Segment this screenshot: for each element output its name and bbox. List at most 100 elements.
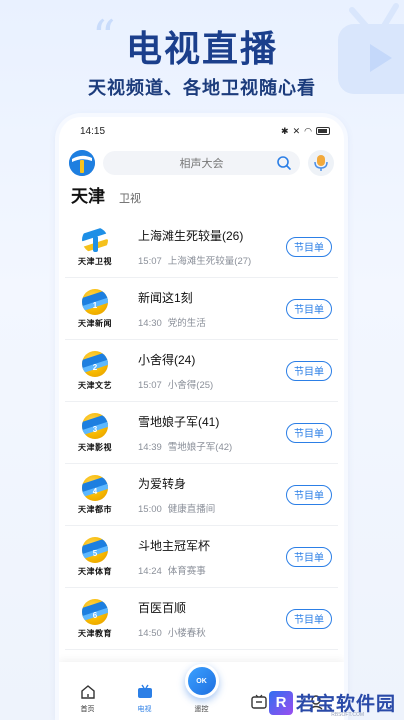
tv-decoration-icon	[338, 3, 404, 94]
home-icon	[80, 685, 95, 699]
channel-name: 天津教育	[78, 628, 112, 638]
channel-logo: 2 天津文艺	[65, 345, 125, 397]
watermark-logo-icon: R	[268, 690, 293, 715]
current-program: 小舍得(24)	[138, 352, 196, 367]
next-program: 15:07 上海滩生死较量(27)	[138, 253, 286, 267]
channel-group-tabs: 天津 卫视	[59, 182, 344, 216]
next-program-title: 雪地娘子军(42)	[167, 441, 233, 453]
current-program: 斗地主冠军杯	[138, 538, 211, 553]
channel-logo: 4 天津都市	[65, 469, 125, 521]
battery-icon	[316, 127, 330, 135]
channel-number-logo-icon: 1	[82, 288, 108, 315]
nav-home-label: 首页	[80, 706, 95, 713]
nav-tv-label: 电视	[137, 706, 152, 713]
channel-number: 1	[92, 300, 98, 310]
current-program: 为爱转身	[138, 476, 187, 491]
channel-logo: 天津卫视	[65, 221, 125, 273]
channel-row[interactable]: 4 天津都市 为爱转身 15:00 健康直播间 节目单	[65, 464, 338, 526]
channel-row[interactable]: 5 天津体育 斗地主冠军杯 14:24 体育赛事 节目单	[65, 526, 338, 588]
tv-icon	[137, 684, 152, 698]
wifi-icon: ◠	[304, 125, 312, 136]
search-icon[interactable]	[276, 155, 292, 171]
tianjin-logo-icon[interactable]	[69, 150, 95, 176]
tab-satellite[interactable]: 卫视	[119, 190, 141, 206]
next-program-title: 上海滩生死较量(27)	[167, 255, 252, 267]
channel-number: 6	[92, 610, 98, 620]
channel-row[interactable]: 6 天津教育 百医百顺 14:50 小楼春秋 节目单	[65, 588, 338, 650]
program-guide-button[interactable]: 节目单	[286, 360, 332, 381]
nav-remote[interactable]: OK 遥控	[178, 664, 226, 714]
next-program-title: 党的生活	[167, 317, 206, 329]
channel-name: 天津体育	[78, 566, 112, 576]
next-program-time: 14:39	[138, 441, 162, 453]
status-icons: ✱ ✕ ◠	[281, 126, 330, 137]
channel-list: 天津卫视 上海滩生死较量(26) 15:07 上海滩生死较量(27) 节目单 1 …	[59, 216, 344, 650]
program-guide-button[interactable]: 节目单	[286, 422, 332, 443]
program-guide-button[interactable]: 节目单	[286, 546, 332, 567]
channel-row[interactable]: 1 天津新闻 新闻这1刻 14:30 党的生活 节目单	[65, 278, 338, 340]
channel-number: 2	[92, 362, 98, 372]
channel-row[interactable]: 3 天津影视 雪地娘子军(41) 14:39 雪地娘子军(42) 节目单	[65, 402, 338, 464]
channel-number-logo-icon: 4	[82, 474, 108, 501]
channel-number: 4	[92, 486, 98, 496]
search-placeholder: 相声大会	[179, 158, 224, 170]
current-program: 上海滩生死较量(26)	[138, 228, 244, 243]
channel-name: 天津文艺	[78, 380, 112, 390]
program-info: 新闻这1刻 14:30 党的生活	[125, 289, 286, 329]
next-program: 14:30 党的生活	[138, 315, 286, 329]
next-program-time: 14:30	[138, 317, 162, 329]
channel-number-logo-icon: 6	[82, 598, 108, 625]
program-info: 上海滩生死较量(26) 15:07 上海滩生死较量(27)	[125, 227, 286, 267]
next-program: 15:00 健康直播间	[138, 501, 286, 515]
search-input[interactable]: 相声大会	[103, 151, 300, 175]
program-info: 斗地主冠军杯 14:24 体育赛事	[125, 537, 286, 577]
channel-name: 天津卫视	[78, 256, 112, 266]
remote-ok-button[interactable]: OK	[184, 664, 219, 698]
next-program: 14:39 雪地娘子军(42)	[138, 439, 286, 453]
remote-ok-label: OK	[196, 677, 207, 685]
next-program: 14:24 体育赛事	[138, 563, 286, 577]
watermark-url: RBSOFT.COM	[331, 712, 364, 718]
channel-row[interactable]: 天津卫视 上海滩生死较量(26) 15:07 上海滩生死较量(27) 节目单	[65, 216, 338, 278]
next-program-time: 15:07	[138, 379, 162, 391]
mute-icon: ✕	[292, 125, 301, 136]
program-info: 为爱转身 15:00 健康直播间	[125, 475, 286, 515]
next-program-time: 15:07	[138, 255, 162, 267]
search-row: 相声大会	[59, 148, 344, 178]
channel-name: 天津新闻	[78, 318, 112, 328]
channel-number: 3	[92, 424, 98, 434]
channel-name: 天津都市	[78, 504, 112, 514]
next-program: 14:50 小楼春秋	[138, 625, 286, 639]
next-program: 15:07 小舍得(25)	[138, 377, 286, 391]
next-program-title: 健康直播间	[167, 503, 216, 515]
program-info: 小舍得(24) 15:07 小舍得(25)	[125, 351, 286, 391]
current-program: 雪地娘子军(41)	[138, 414, 220, 429]
next-program-time: 15:00	[138, 503, 162, 515]
next-program-title: 小舍得(25)	[167, 379, 214, 391]
phone-frame: 14:15 ✱ ✕ ◠ 相声大会 天津 卫视 天津卫视 上海滩生死较量(26) …	[59, 117, 344, 720]
program-guide-button[interactable]: 节目单	[286, 608, 332, 629]
channel-number-logo-icon: 2	[82, 350, 108, 377]
program-guide-button[interactable]: 节目单	[286, 236, 332, 257]
microphone-icon	[314, 155, 328, 171]
program-info: 雪地娘子军(41) 14:39 雪地娘子军(42)	[125, 413, 286, 453]
next-program-title: 小楼春秋	[167, 627, 206, 639]
program-guide-button[interactable]: 节目单	[286, 484, 332, 505]
current-program: 新闻这1刻	[138, 290, 193, 305]
channel-number: 5	[92, 548, 98, 558]
channel-logo: 3 天津影视	[65, 407, 125, 459]
nav-tv[interactable]: 电视	[121, 683, 169, 714]
program-guide-button[interactable]: 节目单	[286, 298, 332, 319]
current-program: 百医百顺	[138, 600, 187, 615]
tab-tianjin[interactable]: 天津	[71, 182, 105, 207]
channel-row[interactable]: 2 天津文艺 小舍得(24) 15:07 小舍得(25) 节目单	[65, 340, 338, 402]
channel-number-logo-icon: 5	[82, 536, 108, 563]
voice-mic-button[interactable]	[308, 150, 334, 176]
channel-number-logo-icon: 3	[82, 412, 108, 439]
channel-name: 天津影视	[78, 442, 112, 452]
screen-icon	[250, 694, 267, 709]
nav-home[interactable]: 首页	[64, 683, 112, 714]
bluetooth-icon: ✱	[281, 125, 289, 136]
channel-logo: 6 天津教育	[65, 593, 125, 645]
status-bar: 14:15 ✱ ✕ ◠	[59, 117, 344, 145]
